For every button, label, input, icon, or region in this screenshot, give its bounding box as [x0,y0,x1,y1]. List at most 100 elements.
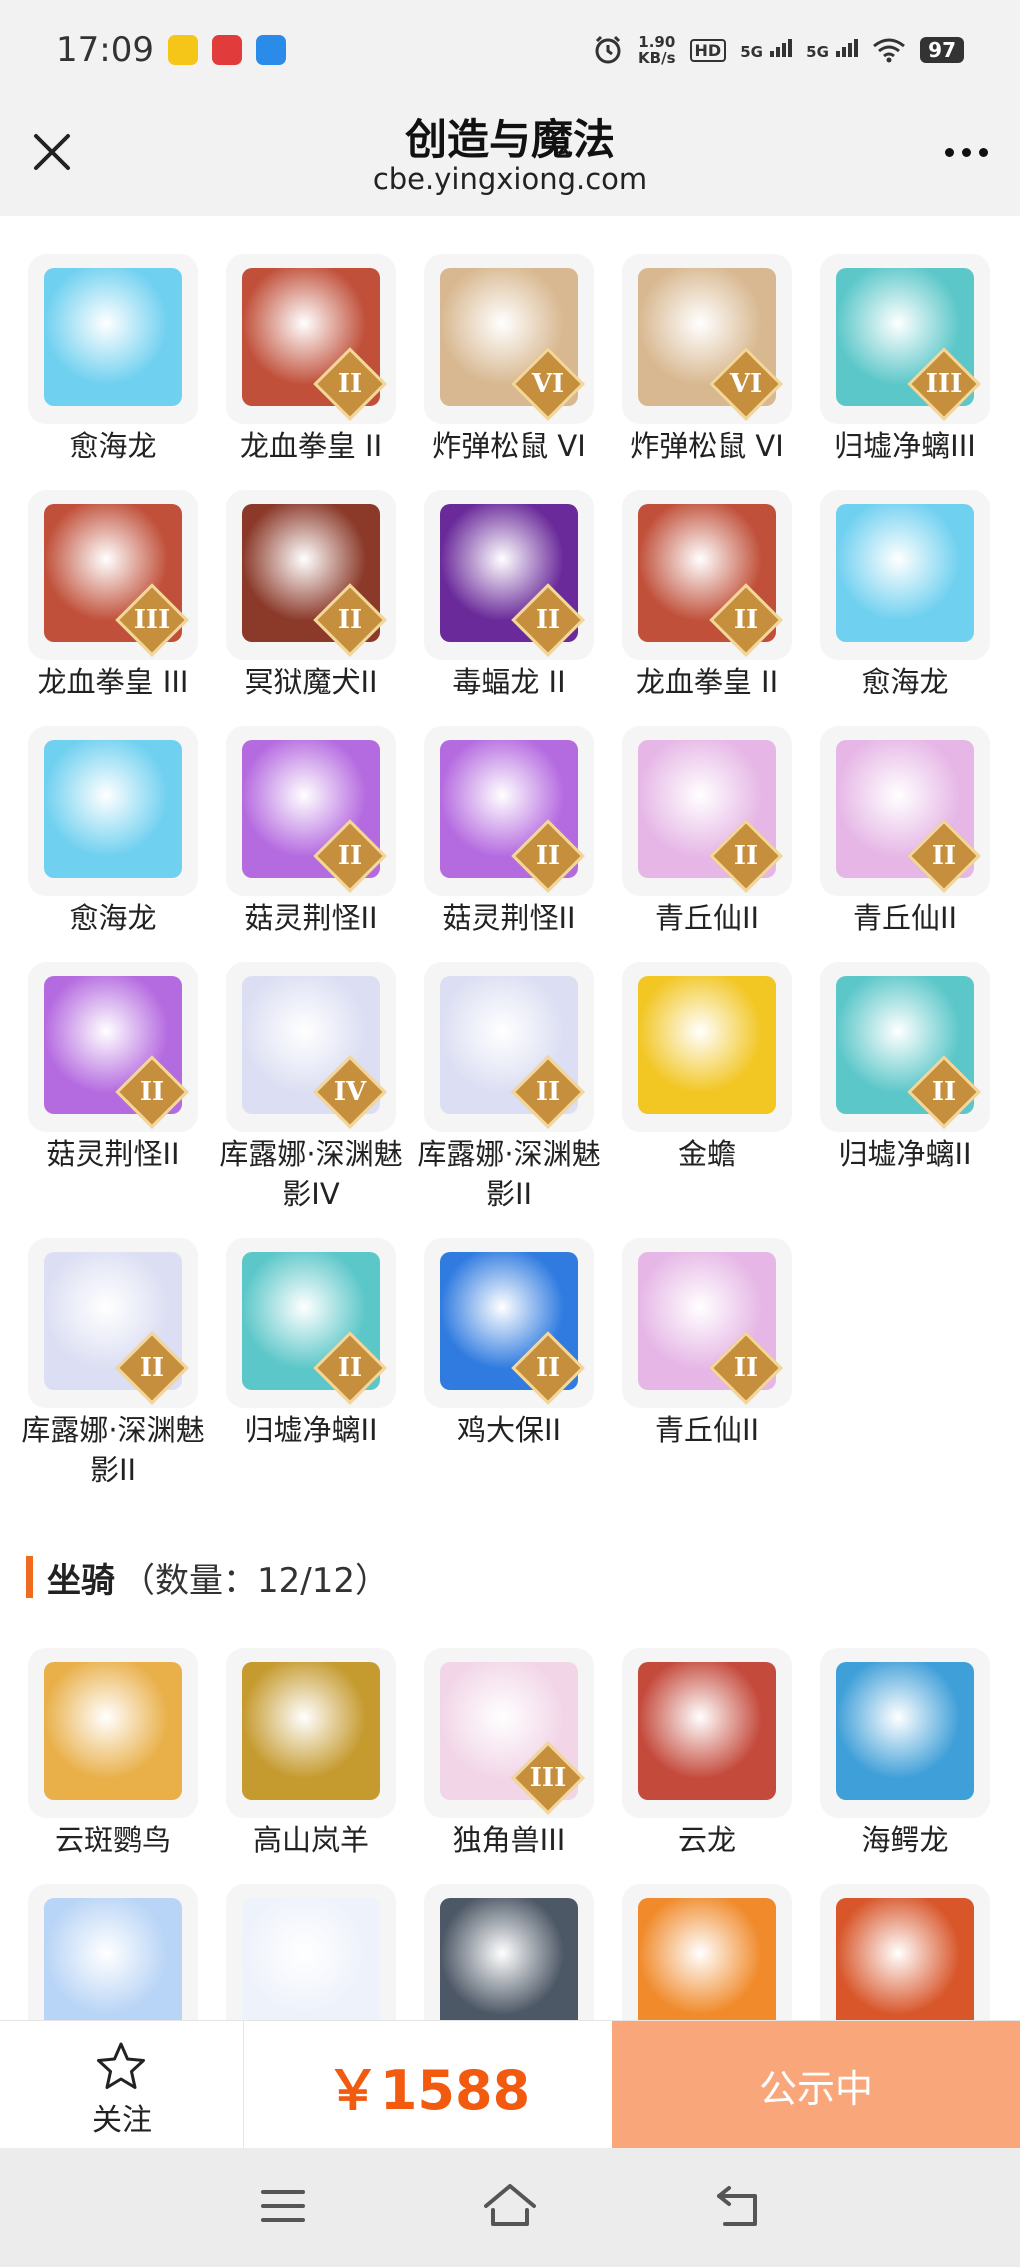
card-image: II [622,1238,792,1408]
star-icon [97,2042,145,2089]
menu-icon[interactable] [253,2176,313,2236]
card-image: VI [622,254,792,424]
tier-badge-label: II [535,1077,561,1107]
signal-2: 5G [806,39,859,61]
crowned-cloud-beast-icon [44,1898,182,2036]
signal-1-bars-icon [770,39,793,57]
white-swan-icon [242,1898,380,2036]
tier-badge-label: II [139,1077,165,1107]
card-image [28,1648,198,1818]
card-name: 青丘仙II [654,1413,760,1447]
card-name: 归墟净螭III [834,429,976,463]
net-speed-value: 1.90 [638,33,676,51]
card-image [622,962,792,1132]
mech-wolf-icon [440,1898,578,2036]
card-image: II [424,490,594,660]
notification-music-icon [211,35,242,65]
card-name: 归墟净螭II [244,1413,378,1447]
card-image: III [424,1648,594,1818]
status-time: 17:09 [56,30,154,70]
tier-badge-label: II [733,605,759,635]
tier-badge-label: III [133,605,171,635]
card-image: II [28,1238,198,1408]
status-public-button[interactable]: 公示中 [612,2021,1020,2149]
back-icon[interactable] [707,2176,767,2236]
card-image [820,490,990,660]
tier-badge-label: II [337,1353,363,1383]
net-speed-unit: KB/s [638,49,676,67]
tier-badge-label: II [931,1077,957,1107]
bottom-action-bar: 关注 ￥1588 公示中 [0,2020,1020,2149]
card-name: 高山岚羊 [252,1823,369,1857]
card-name: 鸡大保II [456,1413,562,1447]
card-image [28,726,198,896]
tier-badge-label: II [931,841,957,871]
card-image: II [424,962,594,1132]
status-right: 1.90 KB/s HD 5G 5G 97 [592,34,964,66]
card-name: 青丘仙II [852,901,958,935]
mounts-section-header: 坐骑 （数量：12/12） [26,1555,389,1601]
card-name: 愈海龙 [69,429,157,463]
card-name: 归墟净螭II [838,1137,972,1171]
price-value: ￥1588 [325,2058,531,2122]
card-image [226,1648,396,1818]
tier-badge-label: II [337,605,363,635]
card-name: 龙血拳皇 II [635,665,779,699]
page-url: cbe.yingxiong.com [372,162,648,196]
card-name: 菇灵荆怪II [46,1137,180,1171]
tier-badge-label: VI [729,369,763,399]
fire-dragon-icon [836,1898,974,2036]
page-title: 创造与魔法 [404,115,615,164]
signal-1-label: 5G [740,43,763,61]
app-screen: 17:09 1.90 KB/s HD 5G 5G 97 创造与魔法 cbe.yi… [0,0,1020,2267]
tier-badge-label: II [337,841,363,871]
card-image [28,254,198,424]
tier-badge-label: II [733,1353,759,1383]
card-name: 金蟾 [677,1137,736,1171]
card-name: 毒蝠龙 II [452,665,566,699]
follow-button[interactable]: 关注 [0,2021,244,2149]
tier-badge-label: II [535,841,561,871]
card-name: 库露娜·深渊魅影II [21,1413,205,1487]
blue-water-dragon-icon [836,504,974,642]
battery-indicator: 97 [920,37,964,63]
card-name: 龙血拳皇 II [239,429,383,463]
tier-badge-label: II [535,605,561,635]
golden-toad-icon [638,976,776,1114]
home-icon[interactable] [480,2176,540,2236]
card-image: II [622,490,792,660]
card-name: 独角兽III [452,1823,566,1857]
more-menu-icon[interactable] [938,140,994,164]
follow-label: 关注 [92,2103,152,2138]
card-image: IV [226,962,396,1132]
card-image: II [226,726,396,896]
card-name: 炸弹松鼠 VI [630,429,784,463]
card-image: III [820,254,990,424]
section-accent-bar [26,1556,33,1598]
mountain-goat-icon [242,1662,380,1800]
status-public-label: 公示中 [758,2066,873,2111]
card-image [820,1648,990,1818]
section-title: 坐骑 [47,1560,115,1601]
hd-badge: HD [689,38,727,62]
wifi-icon [873,38,906,63]
section-count: （数量：12/12） [121,1560,389,1601]
card-name: 愈海龙 [69,901,157,935]
card-image: II [424,726,594,896]
card-name: 龙血拳皇 III [37,665,189,699]
card-name: 菇灵荆怪II [442,901,576,935]
card-image: II [28,962,198,1132]
signal-2-bars-icon [836,39,859,57]
card-image: II [226,1238,396,1408]
card-name: 云斑鹦鸟 [54,1823,171,1857]
card-image: VI [424,254,594,424]
signal-2-label: 5G [806,43,829,61]
net-speed: 1.90 KB/s [638,34,675,66]
tier-badge-label: III [529,1763,567,1793]
card-image: II [622,726,792,896]
sea-croc-dragon-icon [836,1662,974,1800]
tier-badge-label: IV [333,1077,367,1107]
notification-app-icon [167,35,198,65]
card-image: II [424,1238,594,1408]
golden-parrot-icon [44,1662,182,1800]
